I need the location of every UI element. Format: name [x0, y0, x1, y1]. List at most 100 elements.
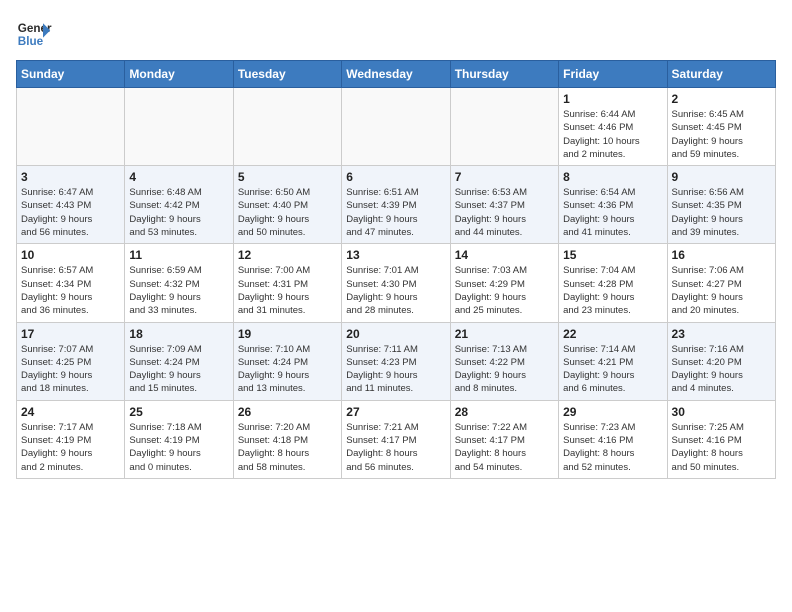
- weekday-header-sunday: Sunday: [17, 61, 125, 88]
- day-content: Sunrise: 7:09 AM Sunset: 4:24 PM Dayligh…: [129, 343, 228, 396]
- calendar-cell: 12 Sunrise: 7:00 AM Sunset: 4:31 PM Dayli…: [233, 244, 341, 322]
- day-number: 20: [346, 327, 445, 341]
- day-content: Sunrise: 7:13 AM Sunset: 4:22 PM Dayligh…: [455, 343, 554, 396]
- day-content: Sunrise: 6:48 AM Sunset: 4:42 PM Dayligh…: [129, 186, 228, 239]
- day-content: Sunrise: 7:10 AM Sunset: 4:24 PM Dayligh…: [238, 343, 337, 396]
- day-number: 15: [563, 248, 662, 262]
- week-row-5: 24 Sunrise: 7:17 AM Sunset: 4:19 PM Dayli…: [17, 400, 776, 478]
- day-number: 28: [455, 405, 554, 419]
- day-content: Sunrise: 7:00 AM Sunset: 4:31 PM Dayligh…: [238, 264, 337, 317]
- calendar-cell: 28 Sunrise: 7:22 AM Sunset: 4:17 PM Dayli…: [450, 400, 558, 478]
- week-row-1: 1Sunrise: 6:44 AM Sunset: 4:46 PM Daylig…: [17, 88, 776, 166]
- calendar-cell: 19 Sunrise: 7:10 AM Sunset: 4:24 PM Dayli…: [233, 322, 341, 400]
- day-content: Sunrise: 7:23 AM Sunset: 4:16 PM Dayligh…: [563, 421, 662, 474]
- calendar-cell: 29 Sunrise: 7:23 AM Sunset: 4:16 PM Dayli…: [559, 400, 667, 478]
- day-number: 16: [672, 248, 771, 262]
- weekday-header-tuesday: Tuesday: [233, 61, 341, 88]
- day-content: Sunrise: 7:17 AM Sunset: 4:19 PM Dayligh…: [21, 421, 120, 474]
- day-content: Sunrise: 7:06 AM Sunset: 4:27 PM Dayligh…: [672, 264, 771, 317]
- day-number: 19: [238, 327, 337, 341]
- day-number: 4: [129, 170, 228, 184]
- calendar-cell: 30 Sunrise: 7:25 AM Sunset: 4:16 PM Dayli…: [667, 400, 775, 478]
- day-content: Sunrise: 6:47 AM Sunset: 4:43 PM Dayligh…: [21, 186, 120, 239]
- calendar-cell: 13Sunrise: 7:01 AM Sunset: 4:30 PM Dayli…: [342, 244, 450, 322]
- day-number: 22: [563, 327, 662, 341]
- calendar-cell: 10Sunrise: 6:57 AM Sunset: 4:34 PM Dayli…: [17, 244, 125, 322]
- calendar-cell: 20Sunrise: 7:11 AM Sunset: 4:23 PM Dayli…: [342, 322, 450, 400]
- calendar-cell: 16 Sunrise: 7:06 AM Sunset: 4:27 PM Dayli…: [667, 244, 775, 322]
- day-number: 2: [672, 92, 771, 106]
- day-content: Sunrise: 7:16 AM Sunset: 4:20 PM Dayligh…: [672, 343, 771, 396]
- calendar-cell: 27Sunrise: 7:21 AM Sunset: 4:17 PM Dayli…: [342, 400, 450, 478]
- calendar-cell: [342, 88, 450, 166]
- day-number: 29: [563, 405, 662, 419]
- day-number: 6: [346, 170, 445, 184]
- calendar-cell: 9 Sunrise: 6:56 AM Sunset: 4:35 PM Daylig…: [667, 166, 775, 244]
- day-number: 7: [455, 170, 554, 184]
- calendar-cell: 18 Sunrise: 7:09 AM Sunset: 4:24 PM Dayli…: [125, 322, 233, 400]
- day-number: 24: [21, 405, 120, 419]
- day-number: 17: [21, 327, 120, 341]
- calendar-cell: 17 Sunrise: 7:07 AM Sunset: 4:25 PM Dayli…: [17, 322, 125, 400]
- day-number: 11: [129, 248, 228, 262]
- day-number: 10: [21, 248, 120, 262]
- day-number: 25: [129, 405, 228, 419]
- calendar-cell: 1Sunrise: 6:44 AM Sunset: 4:46 PM Daylig…: [559, 88, 667, 166]
- calendar: SundayMondayTuesdayWednesdayThursdayFrid…: [16, 60, 776, 479]
- day-content: Sunrise: 7:18 AM Sunset: 4:19 PM Dayligh…: [129, 421, 228, 474]
- calendar-cell: [17, 88, 125, 166]
- day-number: 3: [21, 170, 120, 184]
- calendar-cell: [450, 88, 558, 166]
- day-content: Sunrise: 6:45 AM Sunset: 4:45 PM Dayligh…: [672, 108, 771, 161]
- calendar-cell: 8Sunrise: 6:54 AM Sunset: 4:36 PM Daylig…: [559, 166, 667, 244]
- weekday-header-friday: Friday: [559, 61, 667, 88]
- logo-icon: General Blue: [16, 16, 52, 52]
- day-content: Sunrise: 7:25 AM Sunset: 4:16 PM Dayligh…: [672, 421, 771, 474]
- day-number: 23: [672, 327, 771, 341]
- day-number: 30: [672, 405, 771, 419]
- day-content: Sunrise: 7:22 AM Sunset: 4:17 PM Dayligh…: [455, 421, 554, 474]
- calendar-cell: 23 Sunrise: 7:16 AM Sunset: 4:20 PM Dayli…: [667, 322, 775, 400]
- calendar-cell: 2 Sunrise: 6:45 AM Sunset: 4:45 PM Daylig…: [667, 88, 775, 166]
- calendar-cell: 24 Sunrise: 7:17 AM Sunset: 4:19 PM Dayli…: [17, 400, 125, 478]
- day-content: Sunrise: 7:04 AM Sunset: 4:28 PM Dayligh…: [563, 264, 662, 317]
- day-content: Sunrise: 6:56 AM Sunset: 4:35 PM Dayligh…: [672, 186, 771, 239]
- day-number: 14: [455, 248, 554, 262]
- day-content: Sunrise: 6:59 AM Sunset: 4:32 PM Dayligh…: [129, 264, 228, 317]
- day-content: Sunrise: 7:07 AM Sunset: 4:25 PM Dayligh…: [21, 343, 120, 396]
- day-content: Sunrise: 7:21 AM Sunset: 4:17 PM Dayligh…: [346, 421, 445, 474]
- week-row-3: 10Sunrise: 6:57 AM Sunset: 4:34 PM Dayli…: [17, 244, 776, 322]
- day-number: 5: [238, 170, 337, 184]
- day-content: Sunrise: 7:20 AM Sunset: 4:18 PM Dayligh…: [238, 421, 337, 474]
- day-content: Sunrise: 6:44 AM Sunset: 4:46 PM Dayligh…: [563, 108, 662, 161]
- calendar-cell: 6 Sunrise: 6:51 AM Sunset: 4:39 PM Daylig…: [342, 166, 450, 244]
- calendar-cell: 7 Sunrise: 6:53 AM Sunset: 4:37 PM Daylig…: [450, 166, 558, 244]
- calendar-cell: 14 Sunrise: 7:03 AM Sunset: 4:29 PM Dayli…: [450, 244, 558, 322]
- day-content: Sunrise: 6:53 AM Sunset: 4:37 PM Dayligh…: [455, 186, 554, 239]
- day-number: 21: [455, 327, 554, 341]
- day-number: 9: [672, 170, 771, 184]
- weekday-header-monday: Monday: [125, 61, 233, 88]
- calendar-cell: 5 Sunrise: 6:50 AM Sunset: 4:40 PM Daylig…: [233, 166, 341, 244]
- calendar-cell: 11 Sunrise: 6:59 AM Sunset: 4:32 PM Dayli…: [125, 244, 233, 322]
- page-header: General Blue: [16, 16, 776, 52]
- day-content: Sunrise: 7:01 AM Sunset: 4:30 PM Dayligh…: [346, 264, 445, 317]
- calendar-cell: 3 Sunrise: 6:47 AM Sunset: 4:43 PM Daylig…: [17, 166, 125, 244]
- day-content: Sunrise: 6:50 AM Sunset: 4:40 PM Dayligh…: [238, 186, 337, 239]
- svg-text:Blue: Blue: [18, 35, 44, 48]
- weekday-header-saturday: Saturday: [667, 61, 775, 88]
- weekday-header-thursday: Thursday: [450, 61, 558, 88]
- day-number: 12: [238, 248, 337, 262]
- day-content: Sunrise: 7:03 AM Sunset: 4:29 PM Dayligh…: [455, 264, 554, 317]
- calendar-cell: 25 Sunrise: 7:18 AM Sunset: 4:19 PM Dayli…: [125, 400, 233, 478]
- calendar-cell: [125, 88, 233, 166]
- week-row-2: 3 Sunrise: 6:47 AM Sunset: 4:43 PM Daylig…: [17, 166, 776, 244]
- calendar-cell: [233, 88, 341, 166]
- week-row-4: 17 Sunrise: 7:07 AM Sunset: 4:25 PM Dayli…: [17, 322, 776, 400]
- calendar-cell: 21 Sunrise: 7:13 AM Sunset: 4:22 PM Dayli…: [450, 322, 558, 400]
- day-content: Sunrise: 6:51 AM Sunset: 4:39 PM Dayligh…: [346, 186, 445, 239]
- logo: General Blue: [16, 16, 52, 52]
- calendar-cell: 22Sunrise: 7:14 AM Sunset: 4:21 PM Dayli…: [559, 322, 667, 400]
- day-number: 8: [563, 170, 662, 184]
- day-number: 18: [129, 327, 228, 341]
